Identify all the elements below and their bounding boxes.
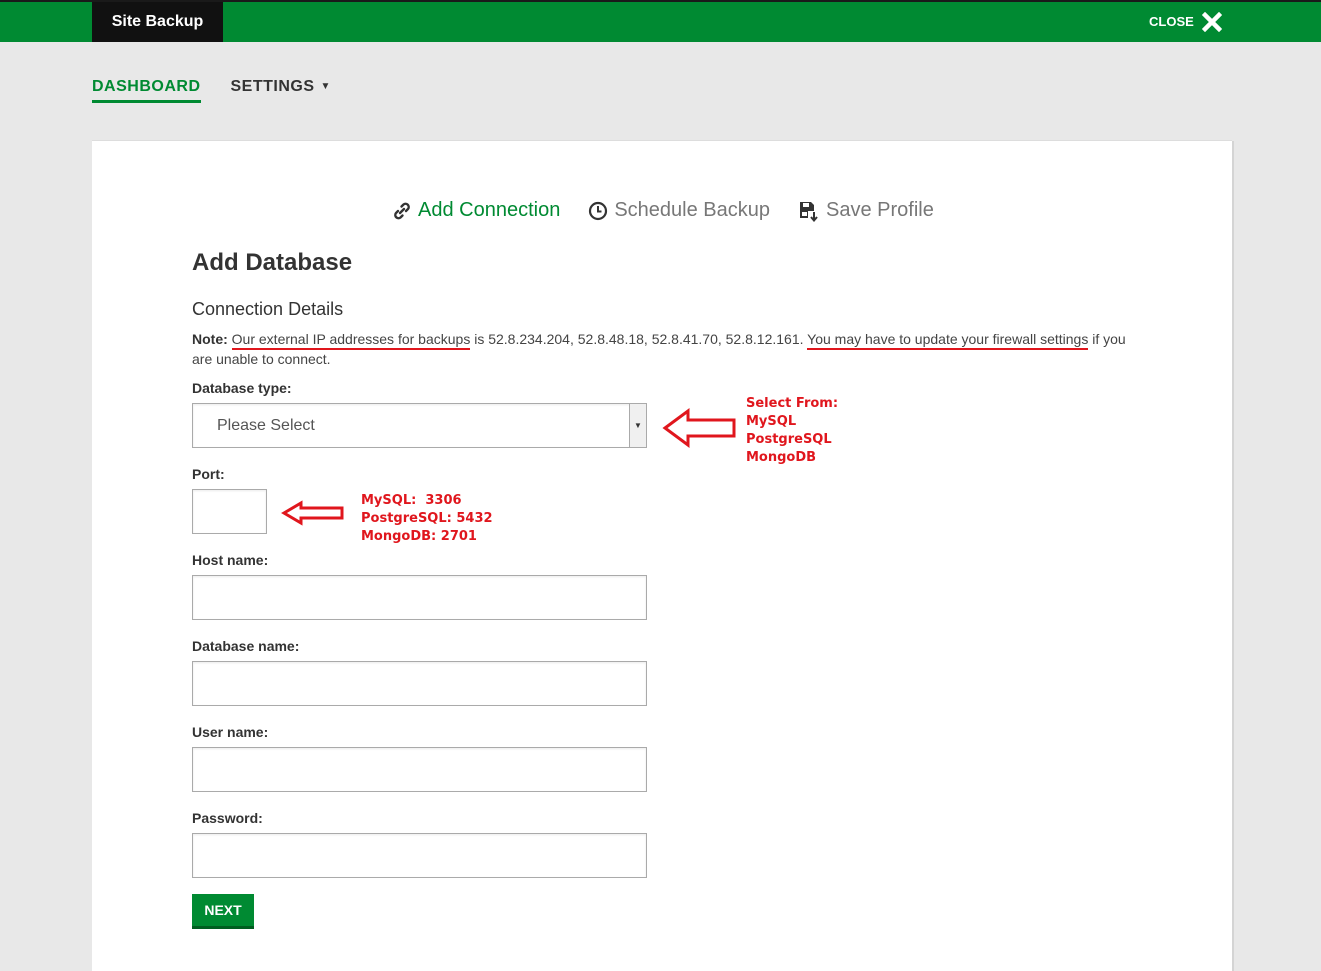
user-name-input[interactable] (192, 747, 647, 792)
note-prefix: Note: (192, 331, 228, 347)
next-button[interactable]: NEXT (192, 894, 254, 929)
page-title: Add Database (192, 249, 353, 276)
wizard-tabs: Add Connection Schedule Backup Save Prof… (392, 199, 934, 222)
note-ip-label: Our external IP addresses for backups (231, 331, 471, 350)
database-name-label: Database name: (192, 638, 300, 654)
ip-note: Note: Our external IP addresses for back… (192, 329, 1127, 369)
dropdown-arrow-icon[interactable]: ▼ (629, 404, 646, 447)
close-button[interactable]: CLOSE (1149, 2, 1222, 42)
annotation-ports: MySQL: 3306 PostgreSQL: 5432 MongoDB: 27… (361, 493, 493, 544)
main-panel: Add Connection Schedule Backup Save Prof… (92, 141, 1232, 971)
annotation-arrow-port-icon (281, 500, 344, 526)
host-name-label: Host name: (192, 552, 269, 568)
host-name-input[interactable] (192, 575, 647, 620)
clock-icon (588, 201, 608, 221)
tab-save-profile-label: Save Profile (826, 199, 934, 221)
save-icon (798, 200, 820, 222)
password-input[interactable] (192, 833, 647, 878)
annotation-arrow-select-icon (662, 408, 736, 448)
app-title: Site Backup (92, 2, 223, 42)
link-icon (392, 200, 412, 222)
tab-add-connection-label: Add Connection (418, 199, 561, 221)
main-nav: DASHBOARD SETTINGS ▼ (92, 78, 331, 103)
note-ip-list: is 52.8.234.204, 52.8.48.18, 52.8.41.70,… (470, 331, 808, 347)
nav-dashboard[interactable]: DASHBOARD (92, 78, 201, 103)
top-bar: Site Backup CLOSE (0, 0, 1321, 42)
database-type-label: Database type: (192, 380, 292, 396)
port-label: Port: (192, 466, 225, 482)
tab-schedule-backup[interactable]: Schedule Backup (588, 199, 770, 222)
note-firewall: You may have to update your firewall set… (807, 331, 1089, 350)
tab-save-profile[interactable]: Save Profile (798, 199, 934, 222)
user-name-label: User name: (192, 724, 269, 740)
database-name-input[interactable] (192, 661, 647, 706)
database-type-select[interactable]: Please Select ▼ (192, 403, 647, 448)
close-label: CLOSE (1149, 14, 1194, 29)
caret-down-icon: ▼ (320, 81, 331, 92)
password-label: Password: (192, 810, 263, 826)
tab-schedule-backup-label: Schedule Backup (614, 199, 770, 221)
port-input[interactable] (192, 489, 267, 534)
section-title: Connection Details (192, 299, 344, 319)
close-icon (1201, 12, 1222, 32)
database-type-value: Please Select (217, 416, 315, 434)
nav-settings[interactable]: SETTINGS ▼ (231, 78, 331, 103)
annotation-select-from: Select From: MySQL PostgreSQL MongoDB (746, 396, 839, 465)
nav-settings-label: SETTINGS (230, 78, 315, 95)
tab-add-connection[interactable]: Add Connection (392, 199, 560, 222)
